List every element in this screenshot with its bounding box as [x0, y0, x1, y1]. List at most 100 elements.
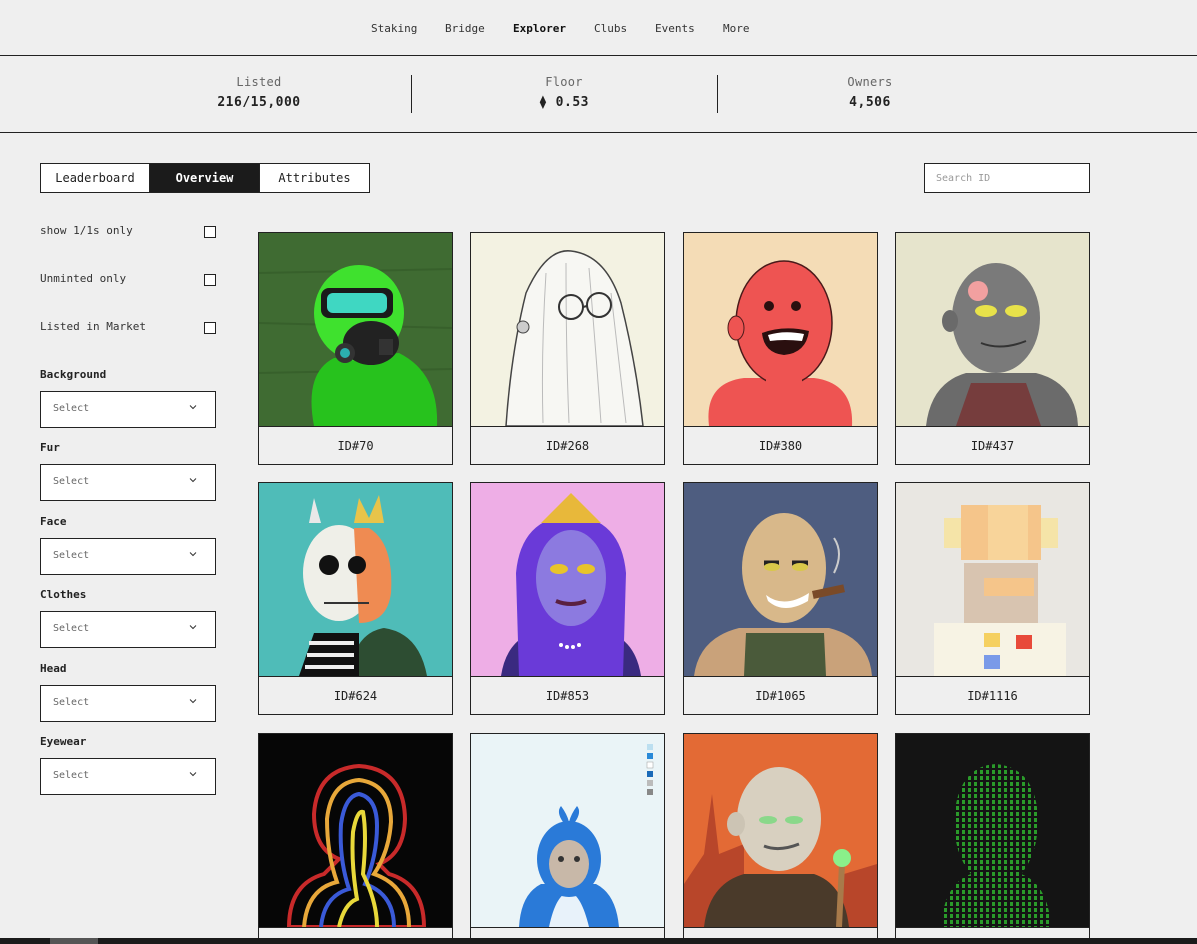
nft-image: [896, 233, 1089, 426]
eyewear-select[interactable]: Select: [40, 758, 216, 795]
nft-id-label: ID#268: [471, 426, 664, 464]
stat-divider: [717, 75, 718, 113]
nft-id-label: ID#437: [896, 426, 1089, 464]
filter-label-fur: Fur: [40, 441, 60, 454]
nav-link-bridge[interactable]: Bridge: [445, 22, 485, 35]
nav-link-events[interactable]: Events: [655, 22, 695, 35]
nft-card[interactable]: ID#624: [258, 482, 453, 715]
nft-id-label: ID#70: [259, 426, 452, 464]
stat-listed-value: 216/15,000: [217, 95, 301, 110]
nft-card[interactable]: ID#437: [895, 232, 1090, 465]
checkbox-label: show 1/1s only: [40, 224, 133, 237]
filter-label-clothes: Clothes: [40, 588, 87, 601]
horizontal-scrollbar[interactable]: [0, 938, 1197, 944]
zombie-ape-art: [896, 233, 1089, 426]
filter-unminted: Unminted only: [40, 272, 216, 288]
select-value: Select: [53, 476, 90, 487]
nav-link-more[interactable]: More: [723, 22, 750, 35]
unminted-only-checkbox[interactable]: [204, 274, 216, 286]
nft-card[interactable]: [258, 733, 453, 944]
nft-image: [259, 233, 452, 426]
nft-card[interactable]: [683, 733, 878, 944]
top-nav: Staking Bridge Explorer Clubs Events Mor…: [0, 0, 1197, 56]
stat-floor-value: ⧫ 0.53: [539, 95, 589, 110]
chevron-down-icon: [189, 699, 197, 704]
stat-owners: Owners 4,506: [770, 75, 970, 110]
nft-card[interactable]: ID#70: [258, 232, 453, 465]
select-value: Select: [53, 550, 90, 561]
nft-id-label: ID#1065: [684, 676, 877, 714]
face-select[interactable]: Select: [40, 538, 216, 575]
chevron-down-icon: [189, 478, 197, 483]
nav-link-staking[interactable]: Staking: [371, 22, 417, 35]
search-id-input[interactable]: [924, 163, 1090, 193]
tab-overview[interactable]: Overview: [150, 163, 260, 193]
filter-label-background: Background: [40, 368, 107, 381]
nft-image: [684, 233, 877, 426]
filter-label-head: Head: [40, 662, 67, 675]
fur-select[interactable]: Select: [40, 464, 216, 501]
nft-card[interactable]: ID#1065: [683, 482, 878, 715]
psychedelic-ape-art: [259, 734, 452, 927]
block-figure-art: [896, 483, 1089, 676]
nft-id-label: ID#380: [684, 426, 877, 464]
filter-label-face: Face: [40, 515, 67, 528]
tab-leaderboard[interactable]: Leaderboard: [40, 163, 150, 193]
checkbox-label: Unminted only: [40, 272, 127, 285]
nav-link-clubs[interactable]: Clubs: [594, 22, 627, 35]
tab-attributes[interactable]: Attributes: [260, 163, 370, 193]
nft-image: [471, 734, 664, 927]
stat-divider: [411, 75, 412, 113]
background-select[interactable]: Select: [40, 391, 216, 428]
nft-card[interactable]: [895, 733, 1090, 944]
skeleton-ape-art: [259, 483, 452, 676]
stat-listed: Listed 216/15,000: [159, 75, 359, 110]
nft-card[interactable]: ID#853: [470, 482, 665, 715]
chevron-down-icon: [189, 772, 197, 777]
matrix-ape-art: [896, 734, 1089, 927]
desert-ape-art: [684, 734, 877, 927]
ghost-art: [471, 233, 664, 426]
clothes-select[interactable]: Select: [40, 611, 216, 648]
nft-image: [259, 483, 452, 676]
stat-owners-label: Owners: [847, 75, 893, 89]
checkbox-label: Listed in Market: [40, 320, 146, 333]
nft-image: [896, 734, 1089, 927]
select-value: Select: [53, 623, 90, 634]
nft-card[interactable]: [470, 733, 665, 944]
nft-image: [471, 483, 664, 676]
collection-stats: Listed 216/15,000 Floor ⧫ 0.53 Owners 4,…: [0, 56, 1197, 133]
filter-label-eyewear: Eyewear: [40, 735, 87, 748]
nft-image: [684, 483, 877, 676]
filter-show-1of1s: show 1/1s only: [40, 224, 216, 240]
stat-floor-label: Floor: [545, 75, 583, 89]
nft-card[interactable]: ID#268: [470, 232, 665, 465]
select-value: Select: [53, 403, 90, 414]
nft-image: [684, 734, 877, 927]
stat-owners-value: 4,506: [849, 95, 891, 110]
select-value: Select: [53, 770, 90, 781]
filter-listed: Listed in Market: [40, 320, 216, 336]
nft-image: [896, 483, 1089, 676]
purple-hair-art: [471, 483, 664, 676]
nav-link-explorer[interactable]: Explorer: [513, 22, 566, 35]
nft-image: [471, 233, 664, 426]
stat-floor: Floor ⧫ 0.53: [464, 75, 664, 110]
nft-card[interactable]: ID#380: [683, 232, 878, 465]
listed-in-market-checkbox[interactable]: [204, 322, 216, 334]
stat-listed-label: Listed: [236, 75, 282, 89]
show-1of1s-checkbox[interactable]: [204, 226, 216, 238]
whale-costume-art: [471, 734, 664, 927]
nft-id-label: ID#624: [259, 676, 452, 714]
head-select[interactable]: Select: [40, 685, 216, 722]
cigar-ape-art: [684, 483, 877, 676]
nft-image: [259, 734, 452, 927]
nft-id-label: ID#1116: [896, 676, 1089, 714]
scrollbar-thumb[interactable]: [50, 938, 98, 944]
chevron-down-icon: [189, 625, 197, 630]
view-tabs: Leaderboard Overview Attributes: [40, 163, 370, 193]
ape-gasmask-art: [259, 233, 452, 426]
nft-card[interactable]: ID#1116: [895, 482, 1090, 715]
nft-id-label: ID#853: [471, 676, 664, 714]
chevron-down-icon: [189, 405, 197, 410]
